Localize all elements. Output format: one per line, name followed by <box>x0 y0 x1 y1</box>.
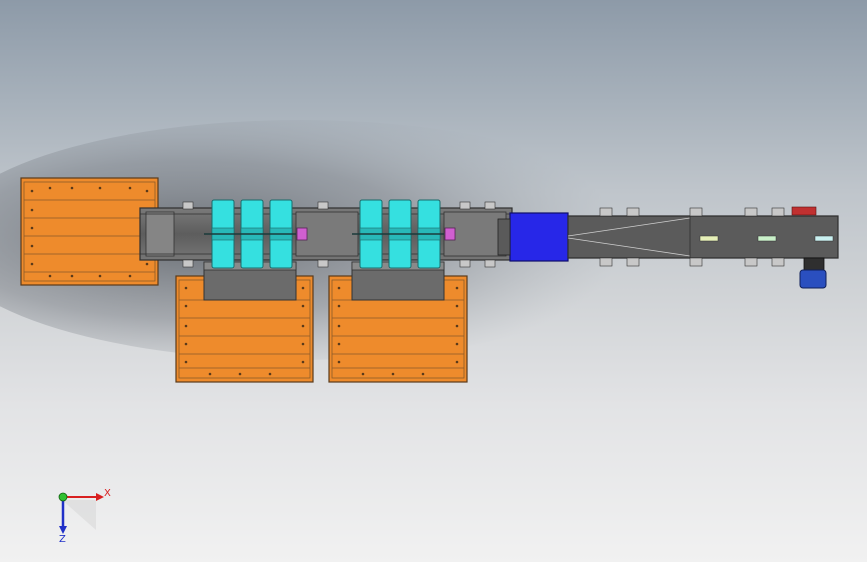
coupling-marker <box>444 227 456 241</box>
red-tag <box>791 206 817 216</box>
conveyor-frame[interactable] <box>139 207 513 261</box>
drive-block[interactable] <box>497 212 569 262</box>
gear-motor[interactable] <box>799 257 827 289</box>
axis-triad <box>58 492 104 534</box>
indicator-light <box>757 235 777 242</box>
roller-group-2[interactable] <box>352 199 456 269</box>
pallet-left[interactable] <box>20 177 159 286</box>
coupling-marker <box>296 227 308 241</box>
triad-x-label: X <box>104 488 111 499</box>
cad-viewport[interactable]: X Z <box>0 0 867 562</box>
tapered-tail[interactable] <box>567 215 839 259</box>
indicator-light <box>699 235 719 242</box>
roller-group-1[interactable] <box>204 199 308 269</box>
indicator-light <box>814 235 834 242</box>
triad-z-label: Z <box>59 534 66 545</box>
model-canvas[interactable] <box>0 0 867 562</box>
